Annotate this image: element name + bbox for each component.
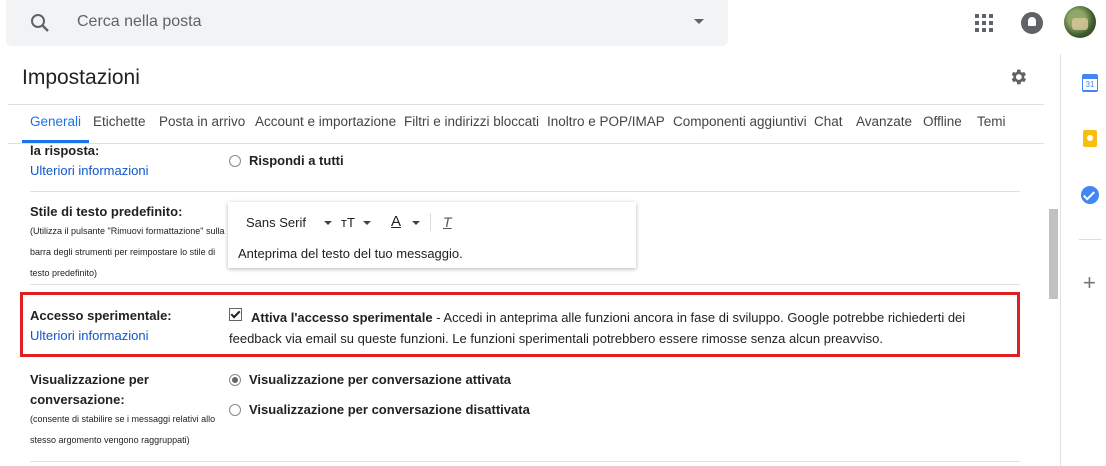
scrollbar-thumb[interactable] (1049, 209, 1058, 299)
calendar-icon[interactable]: 31 (1082, 74, 1098, 92)
tab-account-importazione[interactable]: Account e importazione (255, 114, 396, 129)
conversation-label: conversazione: (30, 392, 125, 407)
remove-formatting-icon[interactable]: T (443, 214, 452, 230)
tab-inoltro-pop-imap[interactable]: Inoltro e POP/IMAP (547, 114, 665, 129)
top-bar: Cerca nella posta (0, 0, 1106, 54)
reply-learn-more-link[interactable]: Ulteriori informazioni (30, 163, 148, 178)
conversation-note: (consente di stabilire se i messaggi rel… (30, 414, 216, 424)
text-color-icon[interactable]: A (391, 213, 401, 230)
experimental-learn-more-link[interactable]: Ulteriori informazioni (30, 328, 148, 343)
font-size-icon[interactable]: тT (341, 215, 355, 230)
keep-icon[interactable] (1083, 130, 1097, 147)
divider (8, 143, 1044, 144)
conversation-off-label: Visualizzazione per conversazione disatt… (249, 402, 530, 417)
scrollbar[interactable] (1046, 54, 1060, 466)
add-icon[interactable]: + (1083, 272, 1096, 294)
tab-componenti-aggiuntivi[interactable]: Componenti aggiuntivi (673, 114, 807, 129)
experimental-label: Accesso sperimentale: (30, 308, 172, 323)
font-family-select[interactable]: Sans Serif (246, 215, 306, 230)
tab-chat[interactable]: Chat (814, 114, 843, 129)
experimental-option-label: Attiva l'accesso sperimentale (251, 310, 433, 325)
search-input[interactable]: Cerca nella posta (77, 13, 202, 31)
search-icon[interactable] (28, 11, 52, 35)
experimental-description: Attiva l'accesso sperimentale - Accedi i… (229, 307, 1019, 349)
conversation-on-label: Visualizzazione per conversazione attiva… (249, 372, 512, 387)
tab-offline[interactable]: Offline (923, 114, 962, 129)
tab-etichette[interactable]: Etichette (93, 114, 146, 129)
text-style-note: barra degli strumenti per reimpostare lo… (30, 247, 216, 257)
toolbar-divider (430, 213, 431, 231)
text-preview: Anteprima del testo del tuo messaggio. (238, 246, 463, 261)
conversation-off-radio[interactable] (229, 404, 241, 416)
tab-temi[interactable]: Temi (977, 114, 1006, 129)
avatar[interactable] (1064, 6, 1096, 38)
chevron-down-icon[interactable] (363, 221, 371, 225)
reply-all-label: Rispondi a tutti (249, 153, 344, 168)
tab-generali[interactable]: Generali (21, 114, 90, 143)
page-title: Impostazioni (22, 66, 140, 89)
divider (30, 461, 1020, 462)
tab-avanzate[interactable]: Avanzate (856, 114, 912, 129)
text-style-editor: Sans Serif тT A T Anteprima del testo de… (228, 202, 636, 268)
conversation-label: Visualizzazione per (30, 372, 149, 387)
divider (30, 191, 1020, 192)
tab-posta-in-arrivo[interactable]: Posta in arrivo (159, 114, 245, 129)
conversation-on-radio[interactable] (229, 374, 241, 386)
chevron-down-icon[interactable] (412, 221, 420, 225)
divider (1079, 239, 1101, 240)
text-style-note: (Utilizza il pulsante "Rimuovi formattaz… (30, 226, 225, 236)
text-style-label: Stile di testo predefinito: (30, 204, 183, 219)
text-style-note: testo predefinito) (30, 268, 98, 278)
chevron-down-icon[interactable] (324, 221, 332, 225)
divider (30, 284, 1020, 285)
tasks-icon[interactable] (1081, 186, 1099, 204)
divider (8, 104, 1044, 105)
conversation-note: stesso argomento vengono raggruppati) (30, 435, 190, 445)
notifications-icon[interactable] (1021, 12, 1043, 34)
apps-grid-icon[interactable] (975, 14, 993, 32)
side-panel: 31 + (1060, 54, 1106, 466)
reply-all-radio[interactable] (229, 155, 241, 167)
search-options-icon[interactable] (694, 19, 704, 24)
tab-filtri[interactable]: Filtri e indirizzi bloccati (404, 114, 539, 129)
reply-setting-label: la risposta: (30, 143, 100, 158)
gear-icon[interactable] (1008, 67, 1028, 87)
search-bar[interactable]: Cerca nella posta (6, 0, 728, 46)
